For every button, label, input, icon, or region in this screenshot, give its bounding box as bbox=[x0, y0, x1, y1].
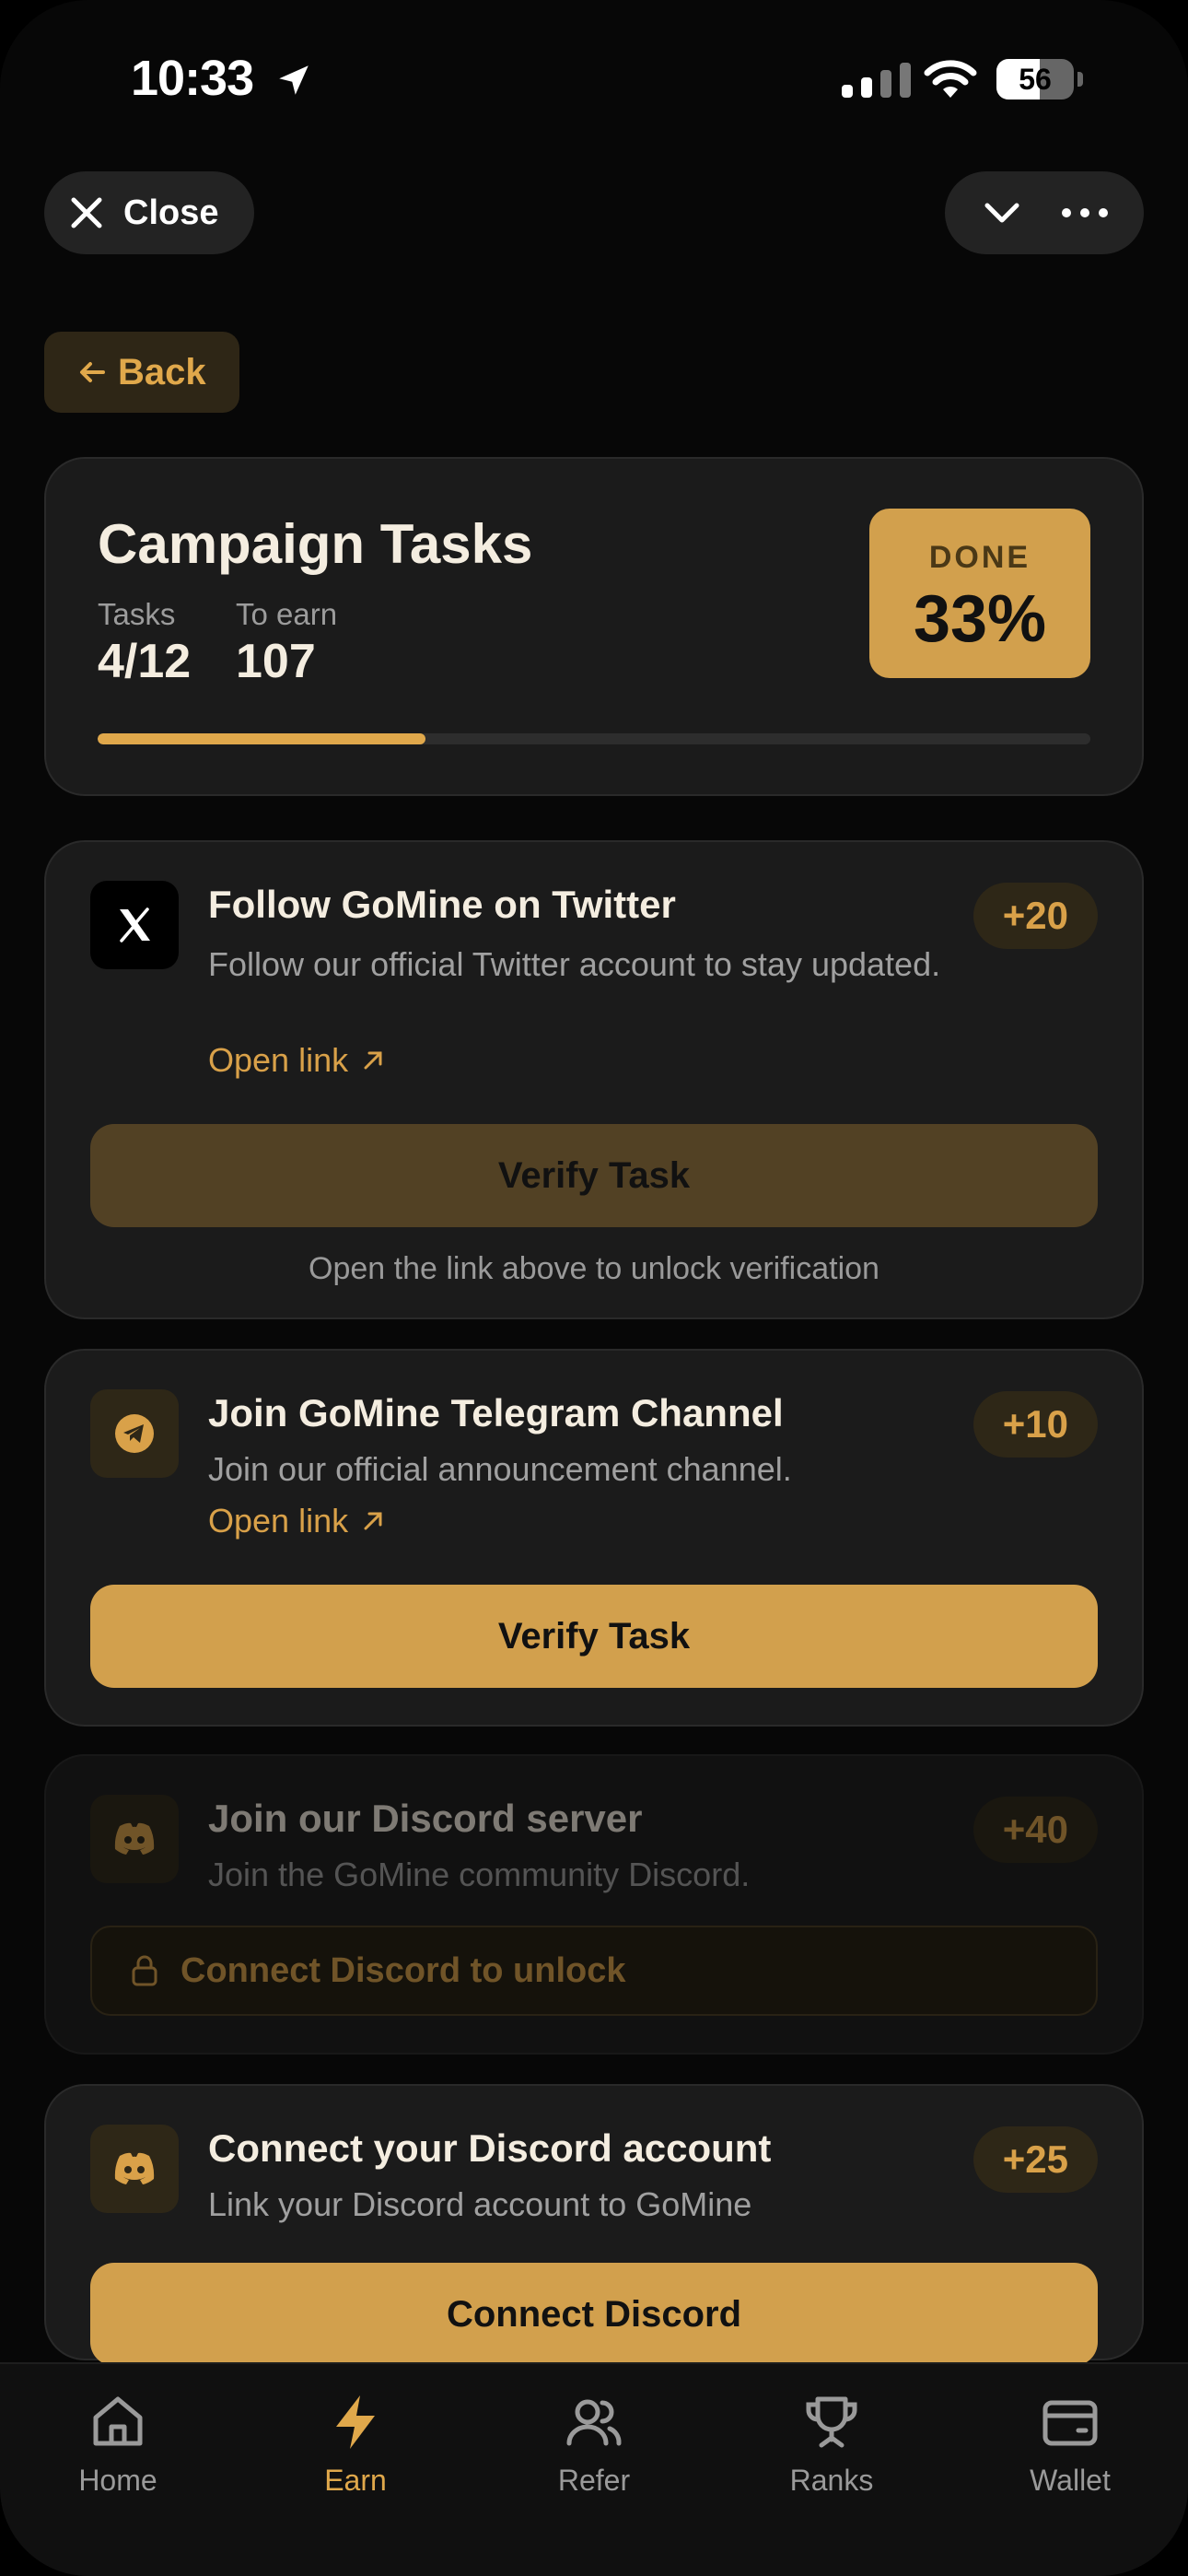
task-title: Join GoMine Telegram Channel bbox=[208, 1391, 784, 1434]
earn-label: To earn bbox=[236, 597, 338, 631]
nav-label: Ranks bbox=[789, 2464, 874, 2497]
verify-task-button[interactable]: Verify Task bbox=[90, 1585, 1098, 1688]
status-time: 10:33 bbox=[131, 51, 254, 106]
discord-icon bbox=[90, 1795, 179, 1883]
task-title: Follow GoMine on Twitter bbox=[208, 883, 676, 926]
campaign-title: Campaign Tasks bbox=[98, 513, 533, 575]
task-card-telegram: Join GoMine Telegram Channel Join our of… bbox=[44, 1349, 1144, 1727]
back-button[interactable]: Back bbox=[44, 332, 239, 413]
lightning-icon bbox=[336, 2395, 375, 2449]
trophy-icon bbox=[806, 2396, 857, 2448]
wifi-icon bbox=[924, 60, 977, 98]
task-title: Join our Discord server bbox=[208, 1797, 643, 1840]
more-options-icon[interactable] bbox=[1061, 204, 1109, 222]
done-badge: DONE 33% bbox=[869, 509, 1090, 678]
external-arrow-icon bbox=[364, 1051, 382, 1070]
locked-label: Connect Discord to unlock bbox=[181, 1950, 626, 1990]
battery-level: 56 bbox=[1019, 63, 1052, 96]
task-description: Join our official announcement channel. bbox=[208, 1450, 792, 1488]
nav-label: Refer bbox=[557, 2464, 631, 2497]
task-title: Connect your Discord account bbox=[208, 2126, 772, 2170]
done-percent: 33% bbox=[913, 582, 1047, 656]
bottom-navigation: Home Earn Refer Ranks Wallet bbox=[0, 2362, 1188, 2576]
nav-label: Home bbox=[78, 2464, 157, 2497]
telegram-icon bbox=[90, 1389, 179, 1478]
task-card-connect-discord: Connect your Discord account Link your D… bbox=[44, 2084, 1144, 2366]
x-logo-icon bbox=[90, 881, 179, 969]
chevron-down-icon[interactable] bbox=[980, 191, 1024, 235]
verification-hint: Open the link above to unlock verificati… bbox=[309, 1251, 879, 1286]
open-link-label: Open link bbox=[208, 1502, 349, 1540]
lock-icon bbox=[132, 1955, 157, 1986]
open-link[interactable]: Open link bbox=[208, 1041, 385, 1080]
reward-badge: +20 bbox=[973, 883, 1098, 949]
home-icon bbox=[93, 2396, 143, 2446]
reward-badge: +40 bbox=[973, 1797, 1098, 1863]
nav-item-refer[interactable]: Refer bbox=[502, 2392, 686, 2498]
task-card-discord-server-locked: Join our Discord server Join the GoMine … bbox=[44, 1754, 1144, 2055]
close-icon bbox=[71, 197, 102, 228]
nav-item-earn[interactable]: Earn bbox=[263, 2392, 448, 2498]
task-description: Follow our official Twitter account to s… bbox=[208, 945, 941, 983]
arrow-left-icon bbox=[80, 362, 105, 382]
header-menu-pill bbox=[945, 171, 1144, 254]
nav-label: Wallet bbox=[1030, 2464, 1111, 2497]
close-label: Close bbox=[123, 193, 219, 232]
location-arrow-icon bbox=[279, 65, 309, 95]
verify-task-button-disabled[interactable]: Verify Task bbox=[90, 1124, 1098, 1227]
users-icon bbox=[566, 2399, 622, 2446]
task-card-twitter: Follow GoMine on Twitter Follow our offi… bbox=[44, 840, 1144, 1319]
battery-indicator: 56 bbox=[996, 59, 1074, 100]
discord-icon bbox=[90, 2125, 179, 2213]
campaign-progress-bar bbox=[98, 733, 1090, 744]
wallet-icon bbox=[1042, 2400, 1098, 2446]
nav-item-ranks[interactable]: Ranks bbox=[740, 2392, 924, 2498]
battery-tip bbox=[1077, 72, 1083, 87]
campaign-progress-fill bbox=[98, 733, 425, 744]
reward-badge: +10 bbox=[973, 1391, 1098, 1458]
done-label: DONE bbox=[928, 540, 1031, 575]
cellular-signal-icon bbox=[842, 63, 911, 98]
task-description: Link your Discord account to GoMine bbox=[208, 2185, 752, 2223]
locked-task-notice: Connect Discord to unlock bbox=[90, 1926, 1098, 2016]
close-button[interactable]: Close bbox=[44, 171, 254, 254]
open-link-label: Open link bbox=[208, 1041, 349, 1079]
campaign-summary-card: Campaign Tasks Tasks 4/12 To earn 107 DO… bbox=[44, 457, 1144, 796]
reward-badge: +25 bbox=[973, 2126, 1098, 2193]
tasks-value: 4/12 bbox=[98, 635, 192, 688]
back-label: Back bbox=[118, 351, 206, 392]
nav-label: Earn bbox=[324, 2464, 387, 2497]
nav-item-home[interactable]: Home bbox=[26, 2392, 210, 2498]
app-screen: 10:33 56 Close Back Campaign Tasks Tasks… bbox=[0, 0, 1188, 2576]
connect-discord-button[interactable]: Connect Discord bbox=[90, 2263, 1098, 2366]
external-arrow-icon bbox=[364, 1512, 382, 1530]
nav-item-wallet[interactable]: Wallet bbox=[978, 2392, 1162, 2498]
tasks-label: Tasks bbox=[98, 597, 176, 631]
task-description: Join the GoMine community Discord. bbox=[208, 1856, 751, 1893]
earn-value: 107 bbox=[236, 635, 316, 688]
open-link[interactable]: Open link bbox=[208, 1502, 385, 1540]
